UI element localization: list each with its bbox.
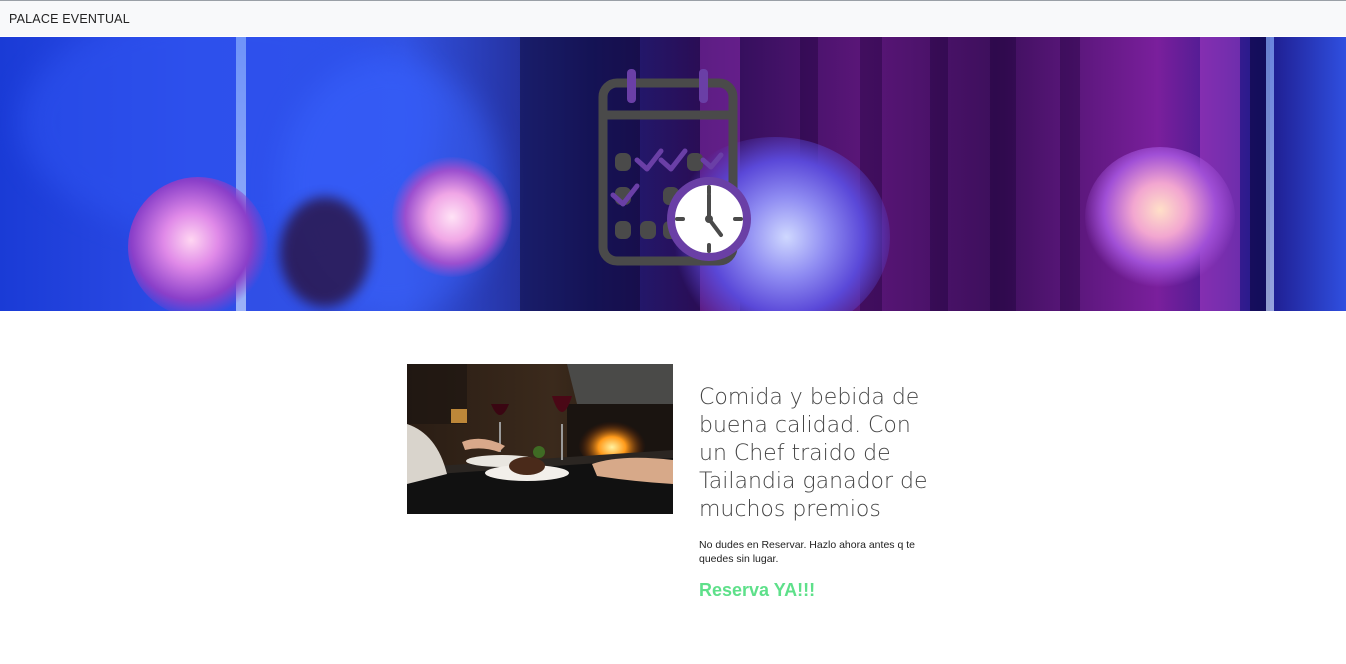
brand-link[interactable]: PALACE EVENTUAL bbox=[9, 12, 130, 26]
navbar: PALACE EVENTUAL bbox=[0, 0, 1346, 36]
calendar-clock-icon bbox=[598, 69, 751, 266]
flower-arrangement bbox=[1085, 147, 1235, 287]
feature-headline: Comida y bebida de buena calidad. Con un… bbox=[699, 385, 928, 522]
flower-arrangement bbox=[128, 177, 268, 311]
hero-banner bbox=[0, 37, 1346, 311]
feature-text: Comida y bebida de buena calidad. Con un… bbox=[699, 384, 939, 601]
feature-subtext: No dudes en Reservar. Hazlo ahora antes … bbox=[699, 539, 915, 565]
flower-arrangement bbox=[392, 157, 512, 277]
restaurant-dinner-photo bbox=[407, 364, 673, 514]
reserve-link[interactable]: Reserva YA!!! bbox=[699, 580, 815, 601]
